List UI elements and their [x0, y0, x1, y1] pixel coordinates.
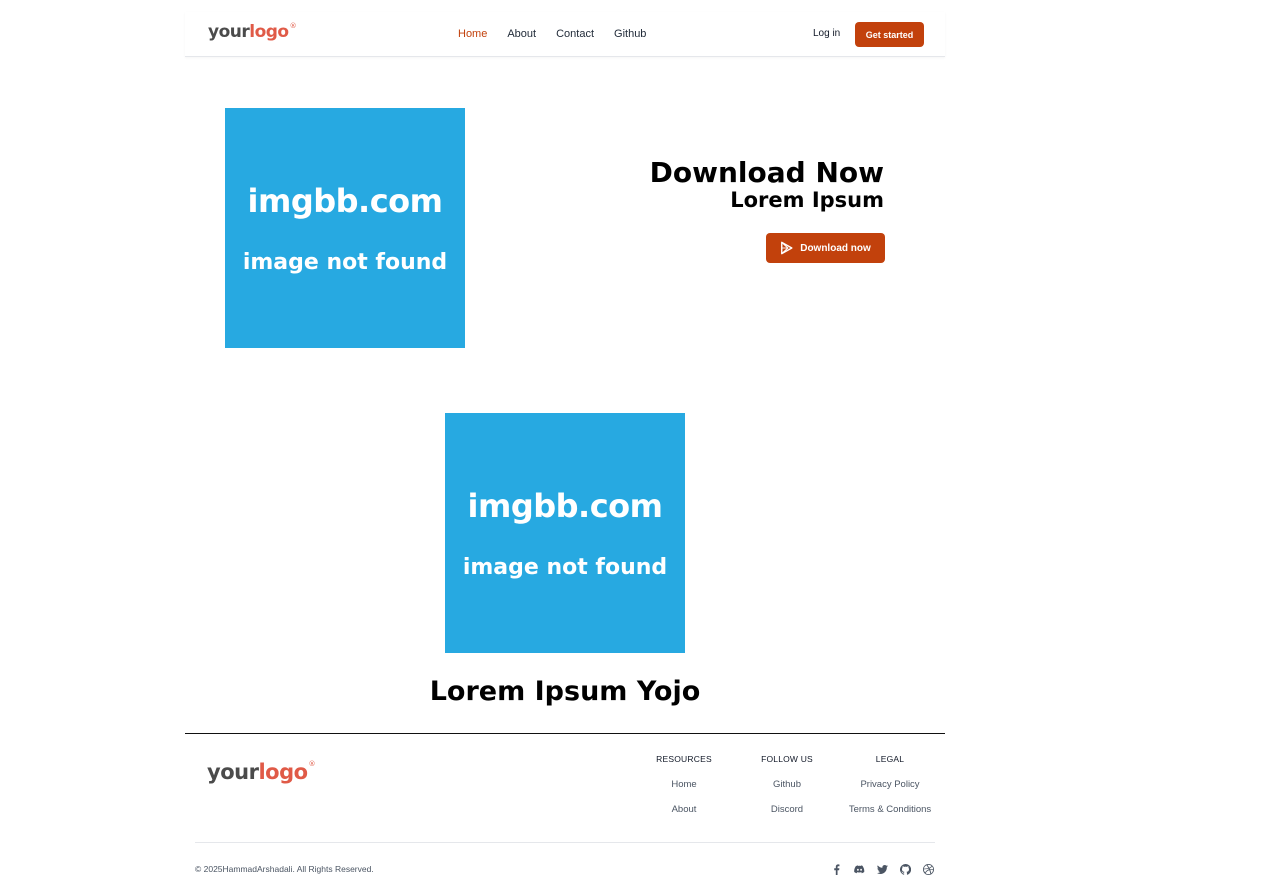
- section-image-text-site: imgbb.com: [467, 486, 663, 525]
- social-links: [830, 863, 935, 876]
- nav-logo[interactable]: yourlogo®: [208, 22, 297, 42]
- footer-column-legal: LEGAL Privacy Policy Terms & Conditions: [835, 754, 945, 815]
- footer-link-about[interactable]: About: [629, 804, 739, 815]
- facebook-icon[interactable]: [830, 863, 843, 876]
- twitter-icon[interactable]: [876, 863, 889, 876]
- footer-logo-registered-mark: ®: [308, 760, 316, 768]
- footer-logo-word-logo: logo: [258, 760, 308, 784]
- discord-icon[interactable]: [853, 863, 866, 876]
- footer-logo[interactable]: yourlogo®: [207, 760, 315, 784]
- section-image-text-notfound: image not found: [462, 554, 668, 580]
- footer-link-home[interactable]: Home: [629, 779, 739, 790]
- nav-links: Home About Contact Github: [458, 28, 666, 40]
- nav-link-home[interactable]: Home: [458, 28, 487, 40]
- download-now-label: Download now: [800, 242, 871, 254]
- logo-word-logo: logo: [249, 22, 289, 42]
- nav-link-about[interactable]: About: [507, 28, 536, 40]
- footer-heading-legal: LEGAL: [875, 754, 905, 764]
- download-now-button[interactable]: Download now: [766, 233, 885, 263]
- hero-image-text-site: imgbb.com: [247, 181, 443, 220]
- nav-link-github[interactable]: Github: [614, 28, 646, 40]
- github-icon[interactable]: [899, 863, 912, 876]
- footer-link-terms-conditions[interactable]: Terms & Conditions: [835, 804, 945, 815]
- footer-divider: [195, 842, 935, 843]
- hero-image-text-notfound: image not found: [242, 249, 448, 275]
- footer-logo-word-your: your: [207, 760, 259, 784]
- logo-word-your: your: [208, 22, 250, 42]
- navbar: yourlogo® Home About Contact Github Log …: [185, 12, 945, 57]
- nav-link-contact[interactable]: Contact: [556, 28, 594, 40]
- hero-subtitle: Lorem Ipsum: [730, 188, 884, 212]
- footer-link-privacy-policy[interactable]: Privacy Policy: [835, 779, 945, 790]
- footer-heading-resources: RESOURCES: [656, 754, 712, 764]
- footer-column-resources: RESOURCES Home About: [629, 754, 739, 815]
- copyright-text: © 2025HammadArshadali. All Rights Reserv…: [195, 864, 374, 874]
- login-link[interactable]: Log in: [813, 28, 840, 39]
- footer: yourlogo® RESOURCES Home About FOLLOW US…: [185, 733, 945, 878]
- section-image: imgbb.com image not found: [445, 413, 685, 653]
- play-store-icon: [781, 241, 793, 255]
- dribbble-icon[interactable]: [922, 863, 935, 876]
- get-started-button[interactable]: Get started: [855, 22, 924, 47]
- footer-link-github[interactable]: Github: [732, 779, 842, 790]
- hero-image: imgbb.com image not found: [225, 108, 465, 348]
- footer-link-discord[interactable]: Discord: [732, 804, 842, 815]
- footer-column-follow-us: FOLLOW US Github Discord: [732, 754, 842, 815]
- hero-title: Download Now: [649, 156, 884, 189]
- section-title: Lorem Ipsum Yojo: [429, 676, 701, 707]
- logo-registered-mark: ®: [289, 22, 297, 30]
- footer-heading-follow-us: FOLLOW US: [761, 754, 813, 764]
